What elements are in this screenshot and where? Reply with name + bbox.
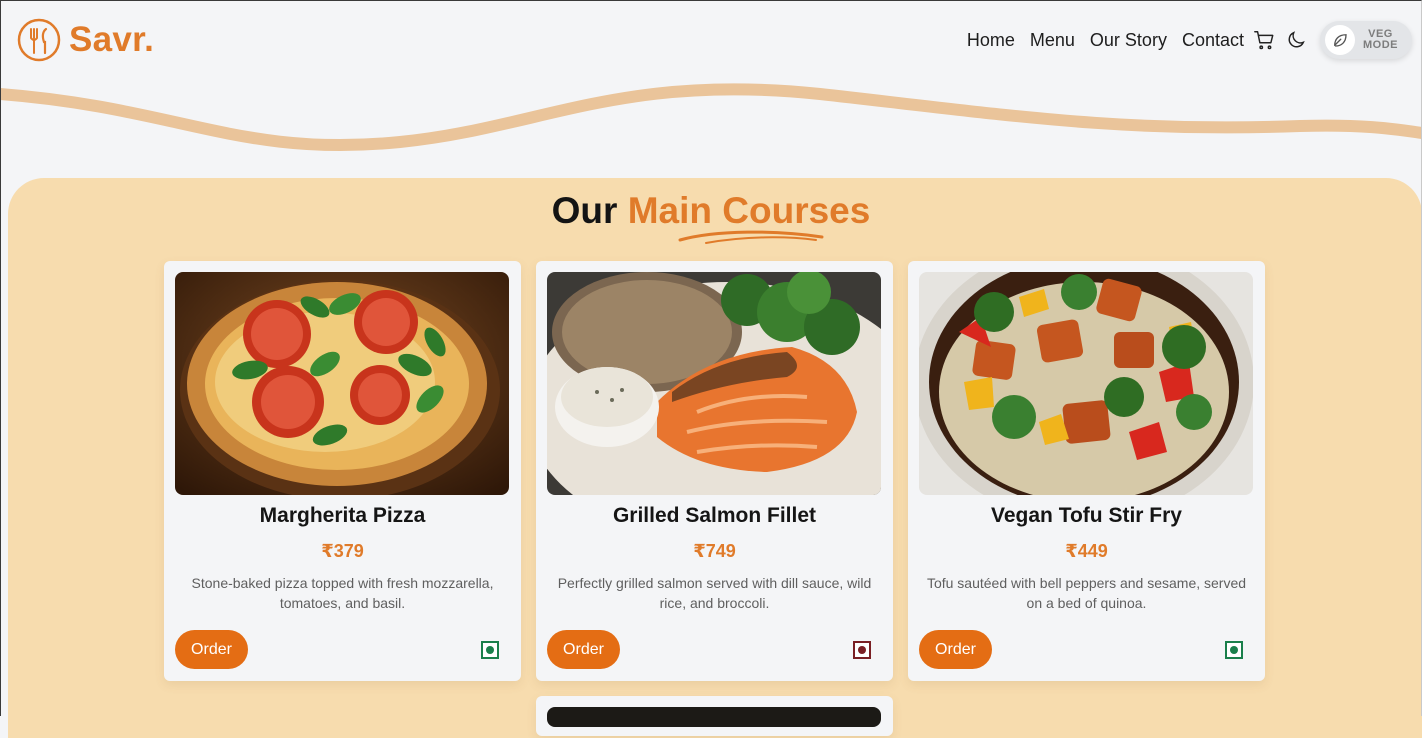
- fork-knife-icon: [17, 18, 61, 62]
- order-button[interactable]: Order: [919, 630, 992, 669]
- dish-description: Tofu sautéed with bell peppers and sesam…: [926, 575, 1247, 611]
- dish-name: Vegan Tofu Stir Fry: [991, 504, 1182, 527]
- brand[interactable]: Savr.: [17, 18, 154, 62]
- veg-indicator-icon: [481, 641, 499, 659]
- dish-card-partial: [536, 696, 893, 736]
- nav-menu[interactable]: Menu: [1030, 30, 1075, 51]
- title-plain: Our: [551, 190, 618, 231]
- dish-description: Perfectly grilled salmon served with dil…: [557, 575, 872, 611]
- decorative-wave: [0, 83, 1422, 152]
- dish-image: [175, 272, 509, 495]
- veg-indicator-icon: [1225, 641, 1243, 659]
- leaf-icon: [1325, 25, 1355, 55]
- dish-price: ₹749: [693, 541, 736, 561]
- veg-label-line2: MODE: [1363, 39, 1398, 51]
- nav-home[interactable]: Home: [967, 30, 1015, 51]
- veg-mode-label: VEG MODE: [1363, 29, 1398, 51]
- nav-our-story[interactable]: Our Story: [1090, 30, 1167, 51]
- dish-image: [547, 707, 881, 727]
- brand-name: Savr.: [69, 20, 155, 59]
- dish-name: Margherita Pizza: [259, 504, 426, 527]
- order-button[interactable]: Order: [547, 630, 620, 669]
- title-underline: [678, 230, 824, 244]
- section-title: Our Main Courses: [0, 190, 1422, 232]
- dish-card: Margherita Pizza ₹379 Stone-baked pizza …: [164, 261, 521, 681]
- dish-price: ₹379: [321, 541, 364, 561]
- non-veg-indicator-icon: [853, 641, 871, 659]
- dish-card: Grilled Salmon Fillet ₹749 Perfectly gri…: [536, 261, 893, 681]
- nav-contact[interactable]: Contact: [1182, 30, 1244, 51]
- dish-price: ₹449: [1065, 541, 1108, 561]
- title-accent: Main Courses: [627, 190, 871, 231]
- moon-icon[interactable]: [1284, 28, 1308, 52]
- dish-card: Vegan Tofu Stir Fry ₹449 Tofu sautéed wi…: [908, 261, 1265, 681]
- dish-description: Stone-baked pizza topped with fresh mozz…: [191, 575, 494, 611]
- dish-name: Grilled Salmon Fillet: [612, 504, 817, 527]
- cart-icon[interactable]: [1252, 28, 1276, 52]
- dish-image: [919, 272, 1253, 495]
- veg-mode-toggle[interactable]: VEG MODE: [1320, 21, 1412, 59]
- order-button[interactable]: Order: [175, 630, 248, 669]
- main-nav: Home Menu Our Story Contact VEG MODE: [967, 20, 1412, 60]
- dish-image: [547, 272, 881, 495]
- site-header: Savr. Home Menu Our Story Contact VEG MO…: [0, 0, 1422, 80]
